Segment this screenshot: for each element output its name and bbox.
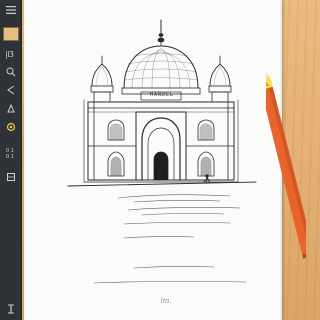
layers-icon[interactable]: 0 10 1 <box>3 144 19 162</box>
artist-signature: lm. <box>160 297 172 305</box>
text-icon[interactable] <box>3 301 19 317</box>
pencil-icon[interactable]: NA <box>266 70 306 260</box>
menu-icon[interactable] <box>3 2 19 18</box>
color-swatch[interactable] <box>3 27 19 41</box>
building-sketch <box>67 19 257 284</box>
bulb-icon[interactable] <box>3 119 19 135</box>
share-icon[interactable] <box>3 82 19 98</box>
svg-text:|l3: |l3 <box>5 50 14 59</box>
frame-icon[interactable] <box>3 169 19 185</box>
building-sign-text: MANDEL <box>149 92 175 98</box>
left-toolbar: |l3 0 10 1 <box>0 0 22 320</box>
bucket-icon[interactable] <box>3 100 19 116</box>
grid-icon[interactable]: |l3 <box>3 46 19 62</box>
pen-icon[interactable] <box>3 64 19 80</box>
svg-text:0 1: 0 1 <box>6 154 14 160</box>
